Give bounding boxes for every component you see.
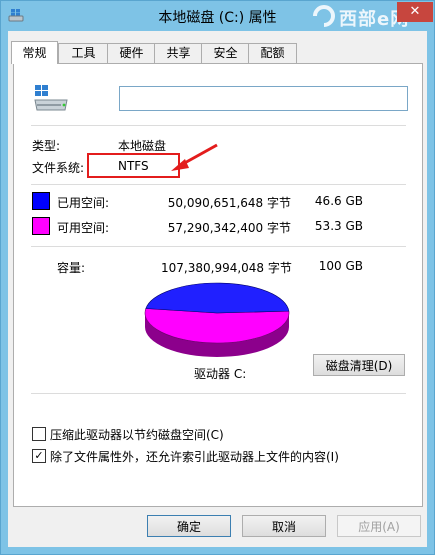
separator bbox=[31, 184, 406, 185]
tab-tools[interactable]: 工具 bbox=[58, 43, 109, 63]
title-bar[interactable]: 本地磁盘 (C:) 属性 西部e网 ✕ bbox=[1, 1, 434, 31]
disk-cleanup-button[interactable]: 磁盘清理(D) bbox=[313, 354, 405, 376]
used-space-size: 46.6 GB bbox=[314, 194, 363, 208]
tab-sharing[interactable]: 共享 bbox=[154, 43, 203, 63]
properties-window: 本地磁盘 (C:) 属性 西部e网 ✕ 常规 工具 硬件 共享 安全 配额 类型… bbox=[0, 0, 435, 555]
apply-button[interactable]: 应用(A) bbox=[337, 515, 421, 537]
drive-icon bbox=[34, 85, 68, 111]
tab-hardware[interactable]: 硬件 bbox=[107, 43, 156, 63]
tab-security[interactable]: 安全 bbox=[201, 43, 250, 63]
free-space-bytes: 57,290,342,400 字节 bbox=[167, 221, 291, 235]
used-space-swatch bbox=[32, 192, 50, 210]
disk-usage-pie bbox=[144, 282, 290, 357]
tab-general[interactable]: 常规 bbox=[11, 41, 58, 64]
compress-checkbox[interactable] bbox=[32, 427, 46, 441]
type-label: 类型: bbox=[32, 139, 61, 153]
capacity-label: 容量: bbox=[57, 261, 86, 275]
cancel-button[interactable]: 取消 bbox=[242, 515, 326, 537]
separator bbox=[31, 125, 406, 126]
separator bbox=[31, 246, 406, 247]
tab-quota[interactable]: 配额 bbox=[248, 43, 297, 63]
drive-label: 驱动器 C: bbox=[194, 367, 247, 381]
free-space-size: 53.3 GB bbox=[314, 219, 363, 233]
close-button[interactable]: ✕ bbox=[397, 2, 433, 22]
capacity-size: 100 GB bbox=[318, 259, 363, 273]
separator bbox=[31, 393, 406, 394]
index-checkbox[interactable]: ✓ bbox=[32, 449, 46, 463]
compress-label[interactable]: 压缩此驱动器以节约磁盘空间(C) bbox=[50, 426, 224, 443]
annotation-arrow-icon bbox=[171, 143, 218, 171]
index-label[interactable]: 除了文件属性外，还允许索引此驱动器上文件的内容(I) bbox=[50, 448, 339, 465]
filesystem-label: 文件系统: bbox=[32, 161, 85, 175]
ok-button[interactable]: 确定 bbox=[147, 515, 231, 537]
volume-name-input[interactable] bbox=[119, 86, 408, 111]
free-space-label: 可用空间: bbox=[57, 221, 110, 235]
capacity-bytes: 107,380,994,048 字节 bbox=[161, 261, 292, 275]
free-space-swatch bbox=[32, 217, 50, 235]
used-space-bytes: 50,090,651,648 字节 bbox=[167, 196, 291, 210]
watermark-icon bbox=[313, 5, 335, 27]
pie-used-slice bbox=[145, 282, 290, 314]
used-space-label: 已用空间: bbox=[57, 196, 110, 210]
